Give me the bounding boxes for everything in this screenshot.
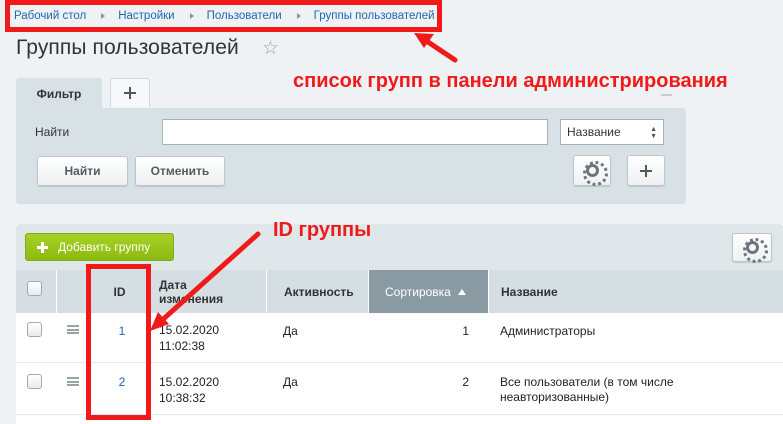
tab-filter[interactable]: Фильтр [16, 78, 102, 109]
column-header-active[interactable]: Активность [266, 270, 368, 313]
gear-icon [742, 238, 768, 263]
row-sort: 2 [462, 375, 469, 389]
column-header-name[interactable]: Название [488, 270, 783, 313]
star-icon[interactable]: ☆ [262, 38, 279, 60]
row-date: 15.02.2020 [159, 375, 220, 389]
add-group-button[interactable]: Добавить группу [25, 233, 174, 261]
search-field-select[interactable]: Название ▲ ▼ [560, 119, 664, 145]
plus-icon [124, 87, 136, 99]
search-input[interactable] [162, 119, 548, 145]
row-sort: 1 [462, 324, 469, 338]
column-header-date[interactable]: Дата изменения [148, 270, 266, 313]
sort-asc-icon [457, 288, 466, 295]
select-value: Название [567, 125, 621, 139]
row-checkbox[interactable] [27, 374, 42, 389]
column-header-active-label: Активность [284, 284, 354, 299]
row-active: Да [283, 324, 298, 338]
menu-icon[interactable] [67, 325, 79, 334]
find-button[interactable]: Найти [37, 156, 128, 186]
row-name: Администраторы [500, 324, 596, 338]
row-time: 10:38:32 [159, 391, 206, 405]
select-arrows-icon: ▲ ▼ [650, 126, 657, 140]
menu-icon[interactable] [67, 377, 79, 386]
row-name: Все пользователи (в том числе неавторизо… [500, 375, 674, 404]
id-column-highlight-box [86, 264, 151, 420]
row-checkbox[interactable] [27, 322, 42, 337]
gear-icon [582, 161, 608, 186]
column-header-sort[interactable]: Сортировка [368, 270, 488, 313]
row-time: 11:02:38 [159, 339, 205, 353]
plus-icon [37, 241, 48, 253]
column-header-date-label: Дата изменения [159, 277, 224, 306]
id-annotation: ID группы [273, 219, 372, 241]
find-label: Найти [35, 125, 70, 139]
column-header-sort-label: Сортировка [385, 284, 451, 299]
select-all-checkbox[interactable] [27, 281, 42, 296]
list-settings-button[interactable] [732, 233, 772, 263]
row-active: Да [283, 375, 298, 389]
column-header-name-label: Название [501, 284, 558, 299]
add-filter-field-button[interactable] [627, 155, 665, 186]
cancel-button[interactable]: Отменить [135, 156, 225, 186]
collapse-icon[interactable] [661, 94, 672, 96]
arrow-icon [414, 33, 458, 63]
panel-annotation: список групп в панели администрирования [293, 70, 728, 92]
plus-icon [640, 164, 652, 177]
breadcrumb-highlight-box [5, 0, 442, 32]
page-title: Группы пользователей [16, 36, 239, 59]
add-group-label: Добавить группу [58, 240, 151, 254]
filter-settings-button[interactable] [573, 155, 611, 186]
add-filter-tab-button[interactable] [110, 78, 150, 107]
row-date: 15.02.2020 [159, 323, 220, 337]
actions-column-header [56, 270, 90, 313]
